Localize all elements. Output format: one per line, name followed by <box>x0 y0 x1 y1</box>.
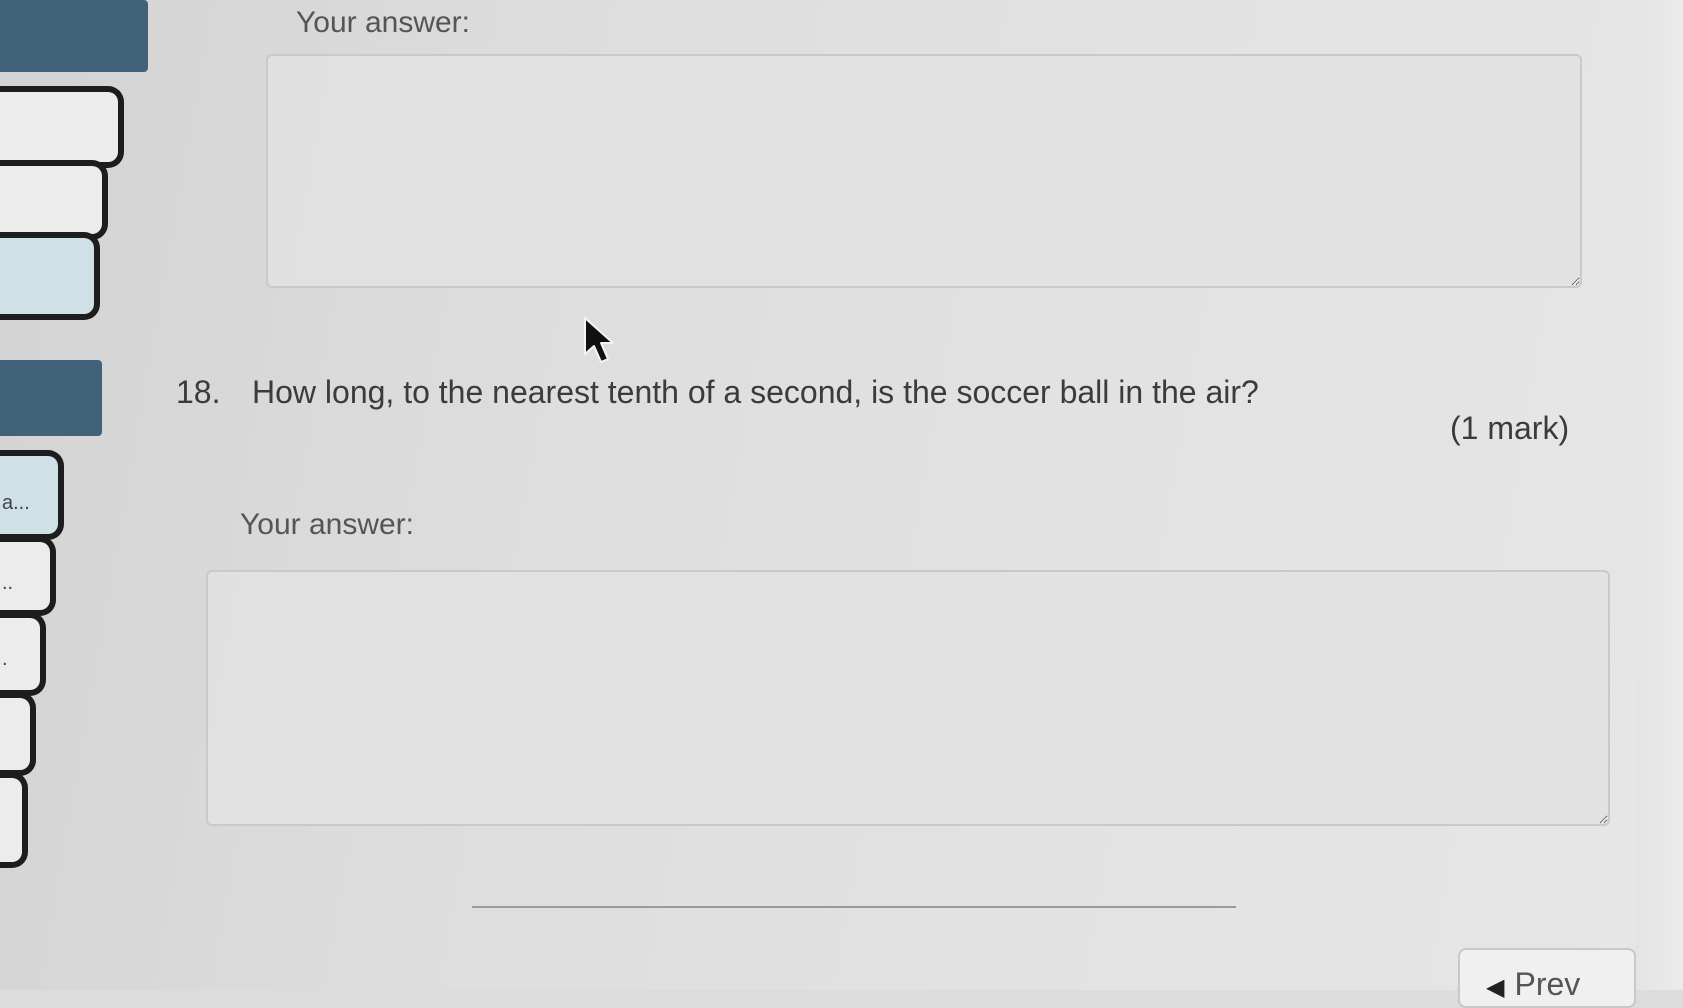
sidebar-section-header <box>0 0 148 72</box>
previous-answer-field[interactable] <box>266 54 1582 288</box>
question-18: 18. How long, to the nearest tenth of a s… <box>176 374 1259 411</box>
mouse-cursor-icon <box>584 317 614 363</box>
sidebar: a... .. . <box>0 0 160 990</box>
sidebar-tab[interactable] <box>0 86 124 168</box>
prev-button-label: Prev <box>1514 966 1581 1002</box>
triangle-left-icon: ◀ <box>1486 974 1505 1001</box>
sidebar-tab-active[interactable] <box>0 232 100 320</box>
prev-button[interactable]: ◀ Prev <box>1458 948 1636 1008</box>
sidebar-tab[interactable]: .. <box>0 536 56 616</box>
sidebar-tab[interactable] <box>0 160 108 240</box>
question-number: 18. <box>176 374 221 410</box>
sidebar-tab[interactable] <box>0 692 36 776</box>
answer-field[interactable] <box>206 570 1610 826</box>
sidebar-tab[interactable]: a... <box>0 450 64 540</box>
divider <box>472 906 1236 908</box>
question-text: How long, to the nearest tenth of a seco… <box>252 374 1259 410</box>
previous-answer-label: Your answer: <box>296 6 470 39</box>
question-marks: (1 mark) <box>1450 410 1570 446</box>
sidebar-tab[interactable] <box>0 772 28 868</box>
answer-label: Your answer: <box>240 508 414 541</box>
sidebar-tab[interactable]: . <box>0 612 46 696</box>
right-edge-strip <box>1635 0 1683 990</box>
sidebar-section-header <box>0 360 102 436</box>
